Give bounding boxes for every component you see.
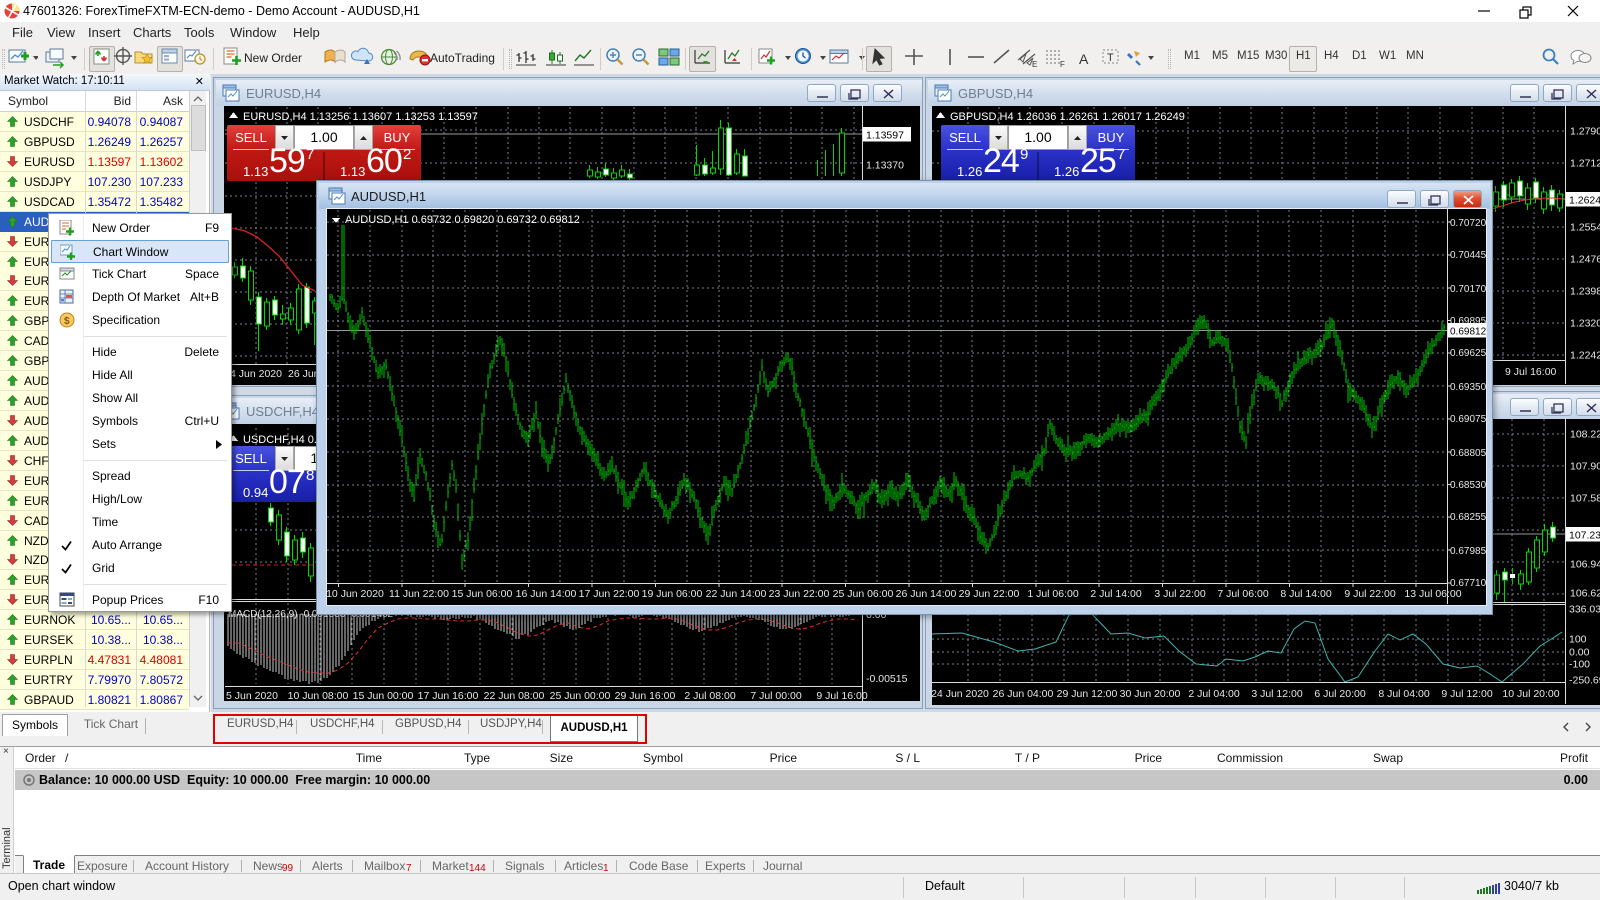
svg-text:4 Jun 2020: 4 Jun 2020	[230, 368, 282, 380]
svg-text:F: F	[1060, 60, 1065, 69]
svg-text:0.68805: 0.68805	[1450, 448, 1486, 459]
svg-text:29 Jun 22:00: 29 Jun 22:00	[959, 588, 1020, 600]
svg-text:10 Jul 20:00: 10 Jul 20:00	[1502, 688, 1559, 700]
svg-text:0.70720: 0.70720	[1450, 218, 1486, 229]
svg-text:15 Jun 06:00: 15 Jun 06:00	[452, 588, 513, 600]
svg-text:7 Jul 06:00: 7 Jul 06:00	[1217, 588, 1269, 600]
svg-text:3 Jul 12:00: 3 Jul 12:00	[1251, 688, 1303, 700]
svg-text:16 Jun 14:00: 16 Jun 14:00	[516, 588, 577, 600]
svg-text:0.69812: 0.69812	[1450, 327, 1486, 338]
svg-text:17 Jun 22:00: 17 Jun 22:00	[579, 588, 640, 600]
svg-text:6 Jul 20:00: 6 Jul 20:00	[1314, 688, 1366, 700]
svg-text:8 Jul 14:00: 8 Jul 14:00	[1280, 588, 1332, 600]
svg-text:11 Jun 22:00: 11 Jun 22:00	[389, 588, 449, 600]
svg-text:108.22: 108.22	[1570, 429, 1600, 441]
svg-text:3 Jul 22:00: 3 Jul 22:00	[1154, 588, 1206, 600]
svg-text:1.2398: 1.2398	[1570, 286, 1600, 298]
svg-text:26 Jun 04:00: 26 Jun 04:00	[993, 688, 1054, 700]
svg-text:2 Jul 14:00: 2 Jul 14:00	[1090, 588, 1142, 600]
svg-text:29 Jun 12:00: 29 Jun 12:00	[1057, 688, 1118, 700]
svg-text:25 Jun 06:00: 25 Jun 06:00	[833, 588, 894, 600]
svg-text:AUDUSD,H1 0.69732 0.69820 0.6: AUDUSD,H1 0.69732 0.69820 0.69732 0.6981…	[345, 214, 580, 226]
svg-text:107.23: 107.23	[1569, 530, 1600, 542]
svg-text:1.13597: 1.13597	[866, 130, 904, 142]
svg-text:T: T	[1107, 52, 1114, 64]
svg-text:0.68530: 0.68530	[1450, 480, 1486, 491]
svg-text:2 Jul 04:00: 2 Jul 04:00	[1188, 688, 1240, 700]
svg-text:106.62: 106.62	[1570, 588, 1600, 600]
svg-text:29 Jun 16:00: 29 Jun 16:00	[615, 690, 676, 702]
svg-text:10 Jun 2020: 10 Jun 2020	[326, 588, 384, 600]
svg-text:100: 100	[1569, 634, 1587, 646]
svg-text:0.68255: 0.68255	[1450, 512, 1486, 523]
svg-text:107.58: 107.58	[1570, 493, 1600, 505]
svg-text:23 Jun 22:00: 23 Jun 22:00	[769, 588, 830, 600]
svg-text:1.2624: 1.2624	[1569, 195, 1600, 207]
svg-text:107.90: 107.90	[1570, 461, 1600, 473]
svg-text:EURUSD,H4 1.13256 1.13607 1.1: EURUSD,H4 1.13256 1.13607 1.13253 1.1359…	[243, 111, 478, 123]
svg-text:9 Jul 16:00: 9 Jul 16:00	[1505, 366, 1557, 378]
svg-text:19 Jun 06:00: 19 Jun 06:00	[642, 588, 703, 600]
svg-text:0.69075: 0.69075	[1450, 414, 1486, 425]
svg-text:1.2476: 1.2476	[1570, 254, 1600, 266]
svg-text:1.2712: 1.2712	[1570, 158, 1600, 170]
svg-text:22 Jun 14:00: 22 Jun 14:00	[706, 588, 767, 600]
svg-text:0.69625: 0.69625	[1450, 348, 1486, 359]
svg-text:9 Jul 16:00: 9 Jul 16:00	[816, 690, 868, 702]
svg-text:1.13370: 1.13370	[866, 160, 904, 172]
svg-text:1.2320: 1.2320	[1570, 318, 1600, 330]
svg-text:8 Jul 04:00: 8 Jul 04:00	[1378, 688, 1430, 700]
svg-text:0.69350: 0.69350	[1450, 382, 1486, 393]
svg-text:Terminal: Terminal	[1, 827, 13, 869]
svg-text:1.2242: 1.2242	[1570, 350, 1600, 362]
svg-text:7 Jul 00:00: 7 Jul 00:00	[750, 690, 802, 702]
svg-text:13 Jul 06:00: 13 Jul 06:00	[1404, 588, 1461, 600]
svg-text:E: E	[1032, 60, 1037, 69]
svg-text:1 Jul 06:00: 1 Jul 06:00	[1027, 588, 1079, 600]
svg-text:26 Jun: 26 Jun	[288, 368, 320, 380]
svg-text:0.00: 0.00	[1569, 647, 1590, 659]
svg-text:26 Jun 14:00: 26 Jun 14:00	[896, 588, 957, 600]
svg-text:1.2554: 1.2554	[1570, 222, 1600, 234]
svg-text:1.2790: 1.2790	[1570, 126, 1600, 138]
svg-text:9 Jul 12:00: 9 Jul 12:00	[1441, 688, 1493, 700]
svg-text:-250.69: -250.69	[1569, 675, 1600, 687]
svg-text:10 Jun 08:00: 10 Jun 08:00	[288, 690, 349, 702]
svg-text:2 Jul 08:00: 2 Jul 08:00	[684, 690, 736, 702]
svg-text:$: $	[64, 316, 70, 327]
svg-text:0.70445: 0.70445	[1450, 250, 1486, 261]
svg-text:22 Jun 08:00: 22 Jun 08:00	[484, 690, 545, 702]
svg-text:GBPUSD,H4 1.26036 1.26261 1.2: GBPUSD,H4 1.26036 1.26261 1.26017 1.2624…	[950, 111, 1185, 123]
svg-text:0.70170: 0.70170	[1450, 284, 1486, 295]
svg-text:5 Jun 2020: 5 Jun 2020	[226, 690, 278, 702]
svg-text:336.03: 336.03	[1569, 604, 1600, 616]
svg-text:106.94: 106.94	[1570, 559, 1600, 571]
svg-text:24 Jun 2020: 24 Jun 2020	[931, 688, 989, 700]
svg-text:-100: -100	[1569, 659, 1590, 671]
svg-text:0.67985: 0.67985	[1450, 546, 1486, 557]
svg-text:-0.00515: -0.00515	[866, 673, 908, 685]
svg-text:15 Jun 00:00: 15 Jun 00:00	[353, 690, 414, 702]
svg-text:25 Jun 00:00: 25 Jun 00:00	[550, 690, 611, 702]
svg-text:17 Jun 16:00: 17 Jun 16:00	[418, 690, 479, 702]
svg-text:30 Jun 20:00: 30 Jun 20:00	[1120, 688, 1181, 700]
svg-text:9 Jul 22:00: 9 Jul 22:00	[1344, 588, 1396, 600]
